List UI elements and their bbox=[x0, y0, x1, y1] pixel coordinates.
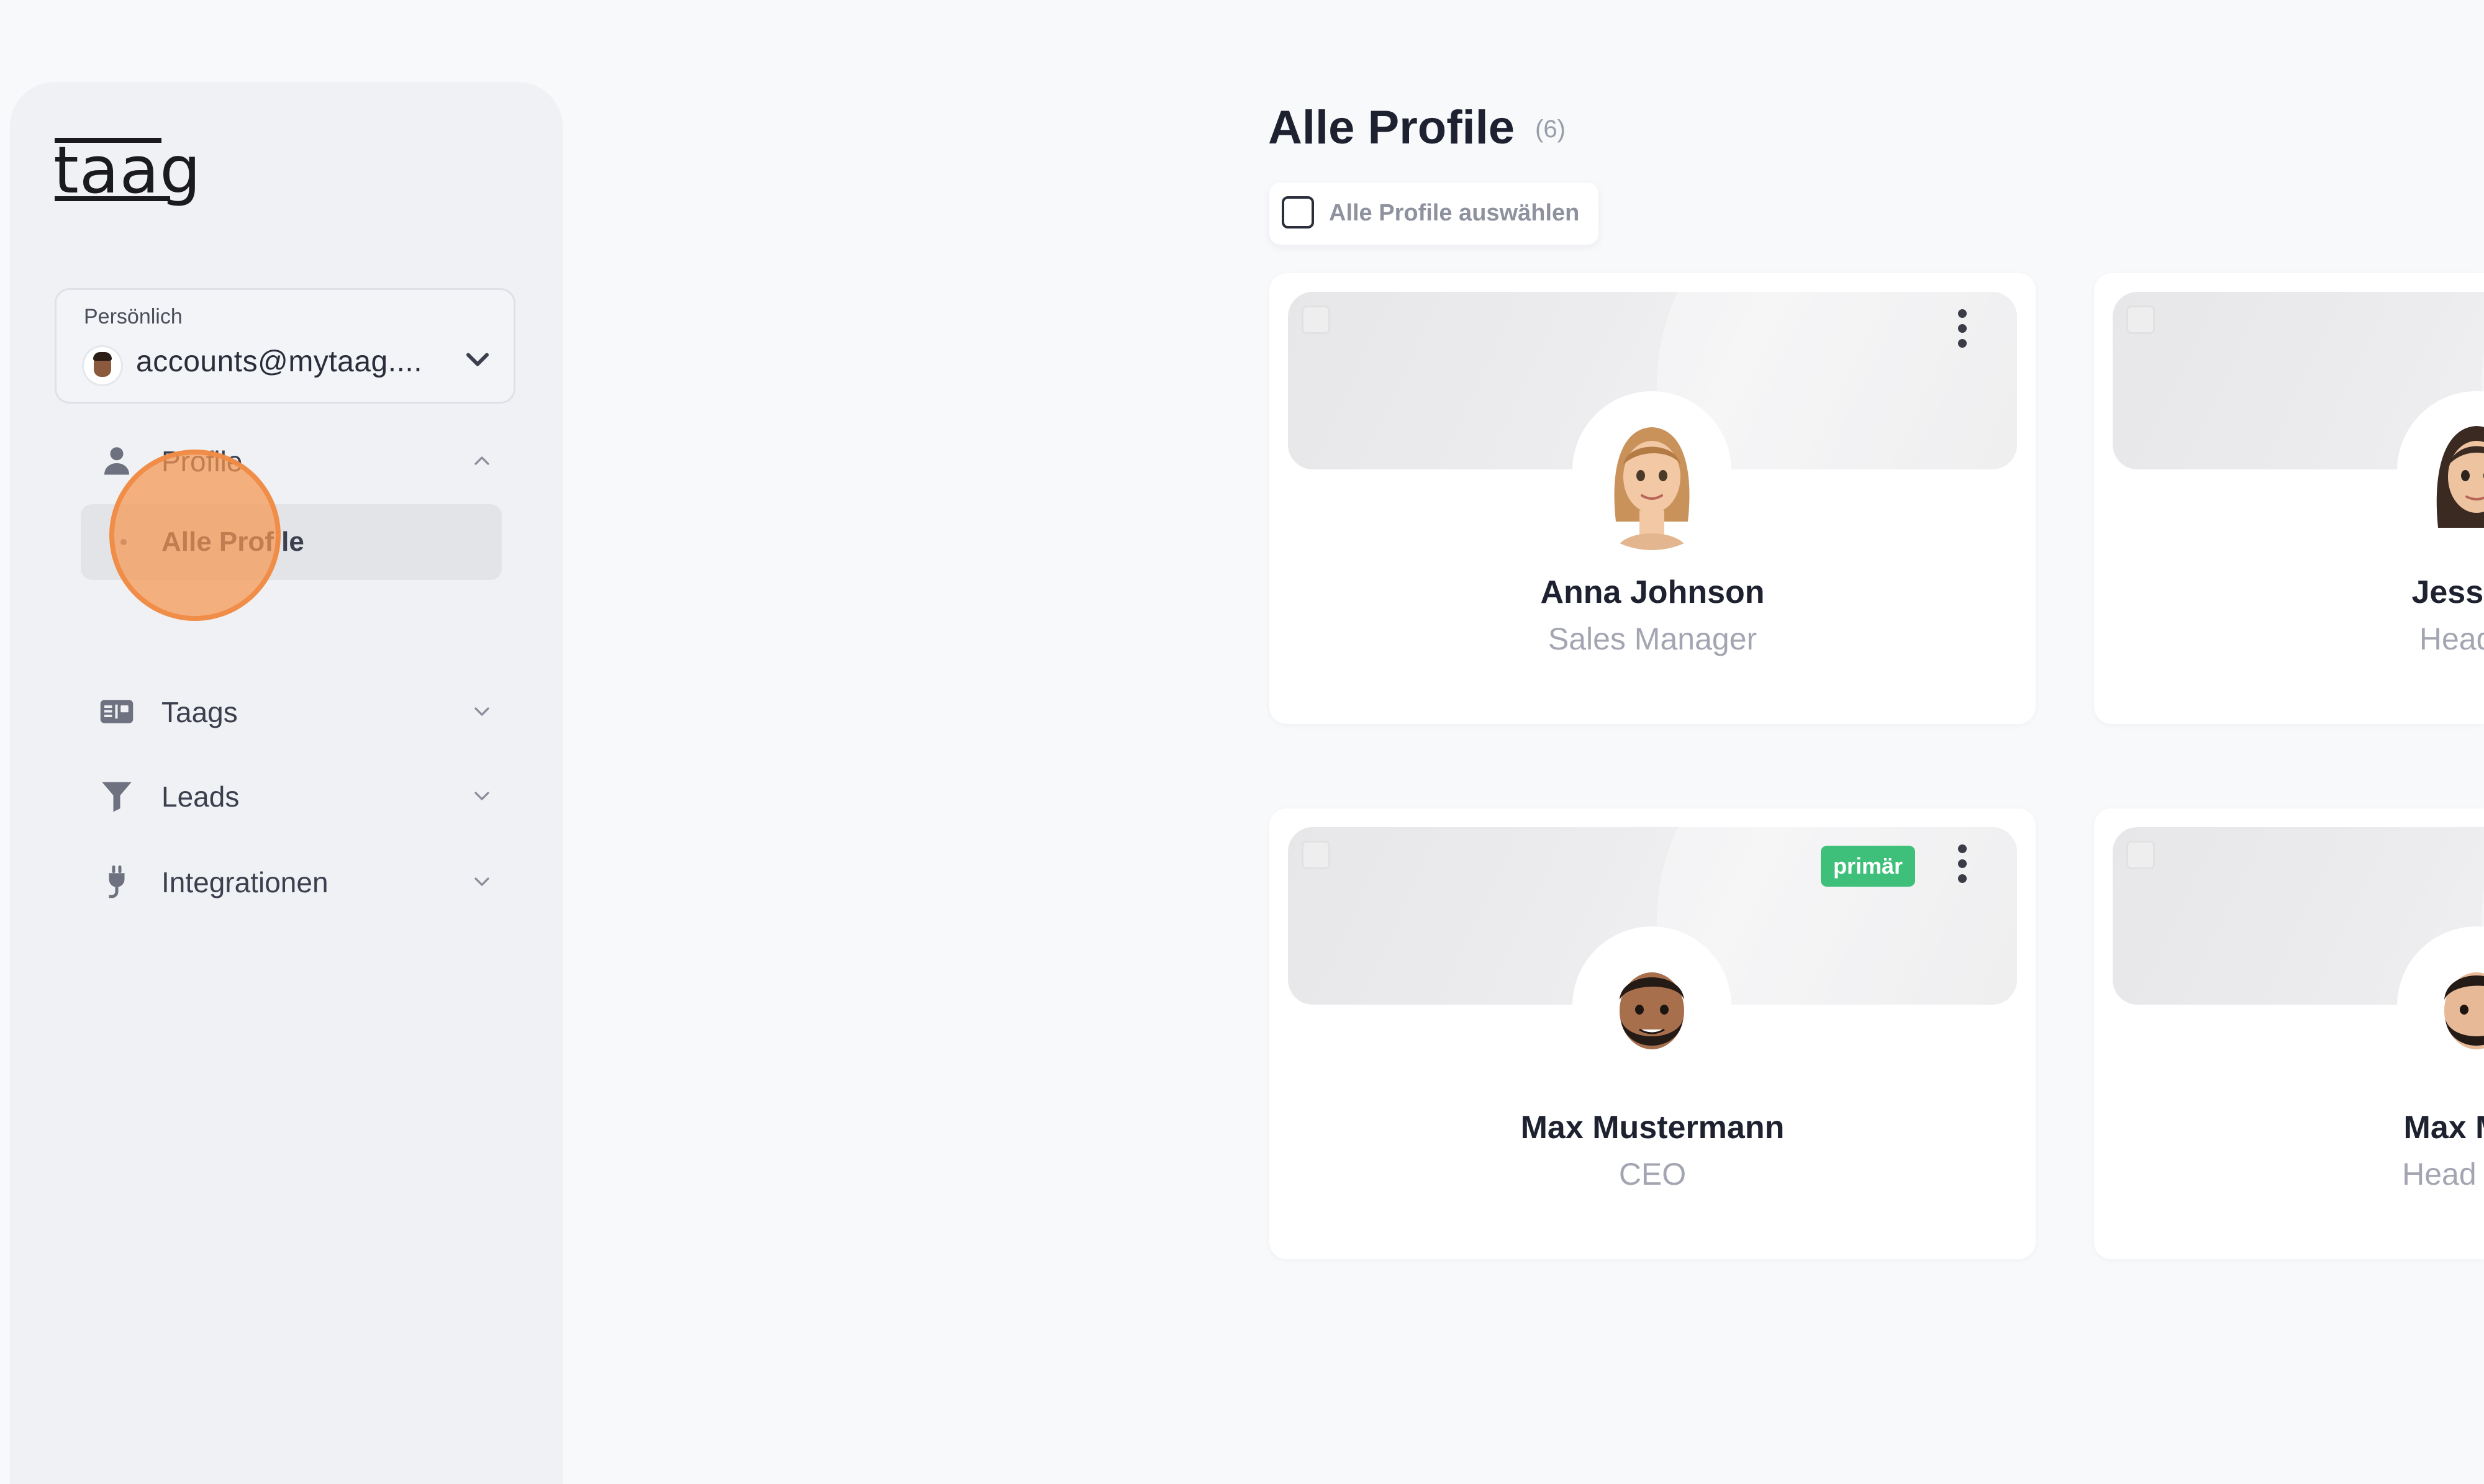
account-email: accounts@mytaag.... bbox=[136, 345, 423, 378]
memoji-woman-blonde-icon bbox=[1614, 427, 1690, 550]
card-checkbox[interactable] bbox=[2126, 305, 2155, 334]
nav-label-integrationen: Integrationen bbox=[161, 866, 329, 898]
sidebar: taag Persönlich accounts@mytaag.... Prof… bbox=[10, 82, 563, 1484]
chevron-down-icon bbox=[474, 792, 489, 800]
account-switcher[interactable]: Persönlich accounts@mytaag.... bbox=[55, 288, 515, 404]
profile-avatar bbox=[1572, 391, 1731, 550]
profile-card[interactable]: primär Max Mustermann CEO bbox=[1269, 808, 2036, 1259]
chevron-up-icon bbox=[474, 456, 489, 465]
chevron-down-icon bbox=[474, 877, 489, 886]
chevron-down-icon bbox=[474, 707, 489, 716]
profile-name: Max Must bbox=[2403, 1110, 2484, 1146]
profile-count: (6) bbox=[1535, 115, 1566, 143]
user-icon bbox=[104, 447, 129, 475]
profile-card[interactable]: Anna Johnson Sales Manager bbox=[1269, 273, 2036, 724]
card-checkbox[interactable] bbox=[1302, 305, 1330, 334]
bullet-dot bbox=[120, 539, 127, 545]
nav-item-leads[interactable]: Leads bbox=[79, 771, 514, 821]
profile-card[interactable]: Max Must Head Of M bbox=[2094, 808, 2484, 1259]
profile-role: Head Of bbox=[2419, 622, 2484, 656]
nav-label-taags: Taags bbox=[161, 696, 238, 728]
card-checkbox[interactable] bbox=[2126, 841, 2155, 869]
select-all-checkbox[interactable]: Alle Profile auswählen bbox=[1269, 183, 1598, 245]
profile-name: Jessie D bbox=[2411, 574, 2484, 610]
select-all-label: Alle Profile auswählen bbox=[1329, 200, 1580, 226]
more-options-icon[interactable] bbox=[1956, 309, 1969, 350]
nav-item-profile[interactable]: Profile bbox=[79, 436, 514, 486]
primary-badge: primär bbox=[1821, 846, 1915, 887]
more-options-icon[interactable] bbox=[1956, 844, 1969, 885]
profile-role: Head Of M bbox=[2402, 1157, 2484, 1192]
nav-sublabel-alle-profile: Alle Profile bbox=[161, 527, 304, 557]
profile-card[interactable]: Jessie D Head Of bbox=[2094, 273, 2484, 724]
profile-role: Sales Manager bbox=[1548, 622, 1757, 656]
plug-icon bbox=[109, 865, 125, 898]
profile-avatar bbox=[1572, 926, 1731, 1085]
card-checkbox[interactable] bbox=[1302, 841, 1330, 869]
funnel-icon bbox=[102, 782, 132, 812]
profile-name: Anna Johnson bbox=[1540, 574, 1765, 610]
memoji-man-beard-icon bbox=[1620, 972, 1684, 1049]
profile-name: Max Mustermann bbox=[1520, 1110, 1785, 1146]
chevron-down-icon[interactable] bbox=[459, 341, 496, 378]
checkbox[interactable] bbox=[1282, 196, 1314, 228]
nav-subitem-alle-profile[interactable]: Alle Profile bbox=[81, 504, 502, 580]
page-title: Alle Profile bbox=[1268, 101, 1515, 154]
nav-label-leads: Leads bbox=[161, 780, 240, 813]
account-label: Persönlich bbox=[84, 305, 183, 328]
logo-underline bbox=[55, 196, 170, 201]
nav-item-integrationen[interactable]: Integrationen bbox=[79, 857, 514, 907]
account-avatar bbox=[84, 347, 121, 384]
app-logo[interactable]: taag bbox=[53, 138, 201, 202]
id-card-icon bbox=[100, 700, 134, 723]
nav-item-taags[interactable]: Taags bbox=[79, 687, 514, 736]
profile-role: CEO bbox=[1618, 1157, 1687, 1192]
nav-label-profile: Profile bbox=[161, 445, 243, 477]
